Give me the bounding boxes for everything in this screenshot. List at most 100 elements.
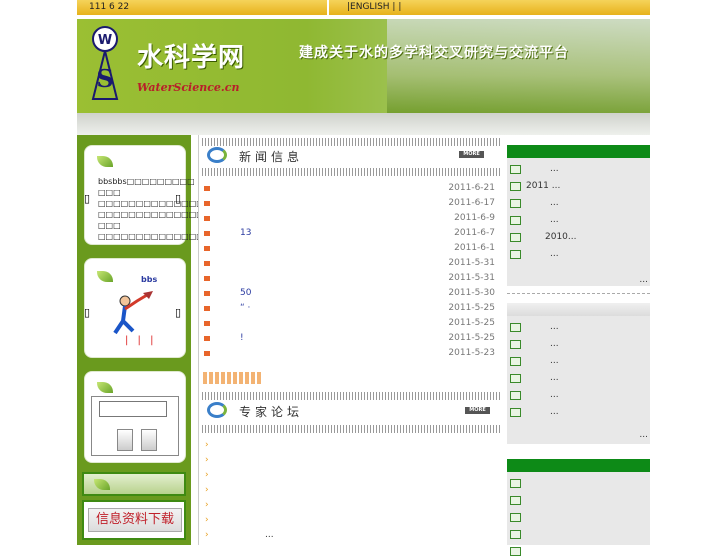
bullet-chevron-icon: › <box>205 470 209 480</box>
username-input[interactable] <box>99 401 167 417</box>
top-bar-divider <box>327 0 329 15</box>
site-subtitle: WaterScience.cn <box>137 81 240 94</box>
news-item[interactable]: 13 2011-6-7 <box>204 228 499 240</box>
right-list-item[interactable]: ... <box>510 407 648 419</box>
leaf-icon <box>94 479 110 490</box>
right-panel-1-more[interactable]: ... <box>639 275 648 285</box>
right-panel-3 <box>507 472 650 556</box>
bullet-arrow-icon <box>204 276 210 281</box>
right-list-item[interactable]: ... <box>510 339 648 351</box>
right-list-item-text[interactable]: 2010... <box>545 232 577 242</box>
right-list-item[interactable]: 2010... <box>510 232 648 244</box>
bullet-arrow-icon <box>204 261 210 266</box>
document-icon <box>510 250 521 259</box>
right-list-item-text[interactable]: ... <box>550 373 559 383</box>
download-panel[interactable]: 信息资料下载 <box>82 500 186 540</box>
news-item[interactable]: 2011-5-31 <box>204 273 499 285</box>
right-list-item[interactable]: ... <box>510 322 648 334</box>
news-decoration <box>203 372 263 384</box>
news-item[interactable]: 2011-6-17 <box>204 198 499 210</box>
right-list-item-text[interactable]: ... <box>550 339 559 349</box>
news-item-date: 2011-5-25 <box>448 333 495 343</box>
bullet-chevron-icon: › <box>205 455 209 465</box>
right-list-item[interactable]: ... <box>510 249 648 261</box>
right-list-item[interactable] <box>510 495 648 507</box>
forum-item[interactable]: ›... <box>205 530 495 542</box>
news-item[interactable]: 50 2011-5-30 <box>204 288 499 300</box>
right-list-item[interactable]: 2011 ... <box>510 181 648 193</box>
news-item[interactable]: 2011-5-31 <box>204 258 499 270</box>
news-item[interactable]: “ · 2011-5-25 <box>204 303 499 315</box>
document-icon <box>510 233 521 242</box>
site-banner: W S 水科学网 WaterScience.cn 建成关于水的多学科交叉研究与交… <box>77 19 650 113</box>
document-icon <box>510 479 521 488</box>
right-list-item-text[interactable]: ... <box>550 164 559 174</box>
download-header <box>82 472 186 496</box>
right-panel-2-more[interactable]: ... <box>639 430 648 440</box>
right-list-item[interactable]: ... <box>510 356 648 368</box>
document-icon <box>510 182 521 191</box>
forum-item[interactable]: › <box>205 470 495 482</box>
news-item[interactable]: 2011-6-21 <box>204 183 499 195</box>
news-item[interactable]: 2011-5-25 <box>204 318 499 330</box>
right-list-item-text[interactable]: ... <box>550 215 559 225</box>
right-list-item-text[interactable]: ... <box>550 407 559 417</box>
right-list-item[interactable] <box>510 478 648 490</box>
forum-item[interactable]: › <box>205 485 495 497</box>
right-list-item[interactable]: ... <box>510 198 648 210</box>
bullet-chevron-icon: › <box>205 440 209 450</box>
download-link[interactable]: 信息资料下载 <box>88 508 182 532</box>
right-list-item[interactable]: ... <box>510 373 648 385</box>
register-button[interactable] <box>141 429 157 451</box>
language-links[interactable]: |ENGLISH | | <box>347 2 401 12</box>
news-more-button[interactable]: MORE <box>459 151 484 158</box>
bullet-chevron-icon: › <box>205 500 209 510</box>
right-list-item[interactable]: ... <box>510 164 648 176</box>
bullet-arrow-icon <box>204 216 210 221</box>
bullet-chevron-icon: › <box>205 485 209 495</box>
right-list-item[interactable] <box>510 512 648 524</box>
bullet-arrow-icon <box>204 321 210 326</box>
forum-title: 专家论坛 <box>239 405 304 419</box>
right-list-item-text[interactable]: 2011 ... <box>526 181 560 191</box>
news-item-title[interactable]: 50 <box>240 288 251 298</box>
right-list-item-text[interactable]: ... <box>550 390 559 400</box>
news-item-title[interactable]: ! <box>240 333 244 343</box>
bullet-arrow-icon <box>204 186 210 191</box>
forum-more-button[interactable]: MORE <box>465 407 490 414</box>
announcement-box: bbsbbs□□□□□□□□□ □□□ □□□□□□□□□□□□□□ □□□□□… <box>84 145 204 245</box>
forum-item[interactable]: › <box>205 500 495 512</box>
bullet-arrow-icon <box>204 336 210 341</box>
news-top-rule <box>202 138 500 146</box>
bbs-title: bbs <box>141 275 158 284</box>
right-list-item-text[interactable]: ... <box>550 356 559 366</box>
bullet-chevron-icon: › <box>205 515 209 525</box>
right-list-item[interactable] <box>510 529 648 541</box>
right-list-item-text[interactable]: ... <box>550 198 559 208</box>
news-item-date: 2011-5-23 <box>448 348 495 358</box>
forum-item-title[interactable]: ... <box>265 530 274 540</box>
news-item-title[interactable]: “ · <box>240 303 250 313</box>
document-icon <box>510 408 521 417</box>
right-list-item-text[interactable]: ... <box>550 322 559 332</box>
top-bar: 111 6 22 |ENGLISH | | <box>77 0 650 15</box>
news-item[interactable]: ! 2011-5-25 <box>204 333 499 345</box>
right-list-item[interactable] <box>510 546 648 558</box>
right-list-item-text[interactable]: ... <box>550 249 559 259</box>
forum-item[interactable]: › <box>205 515 495 527</box>
right-list-item[interactable]: ... <box>510 390 648 402</box>
news-item[interactable]: 2011-5-23 <box>204 348 499 360</box>
news-item[interactable]: 2011-6-9 <box>204 213 499 225</box>
site-logo-icon: W S <box>91 26 119 100</box>
right-list-item[interactable]: ... <box>510 215 648 227</box>
login-button[interactable] <box>117 429 133 451</box>
bbs-box[interactable]: bbs | | | <box>84 258 186 358</box>
document-icon <box>510 391 521 400</box>
banner-landscape <box>387 19 650 113</box>
news-item[interactable]: 2011-6-1 <box>204 243 499 255</box>
forum-item[interactable]: › <box>205 455 495 467</box>
bullet-arrow-icon <box>204 246 210 251</box>
news-item-title[interactable]: 13 <box>240 228 251 238</box>
forum-item[interactable]: › <box>205 440 495 452</box>
right-panel-1-header <box>507 145 650 158</box>
